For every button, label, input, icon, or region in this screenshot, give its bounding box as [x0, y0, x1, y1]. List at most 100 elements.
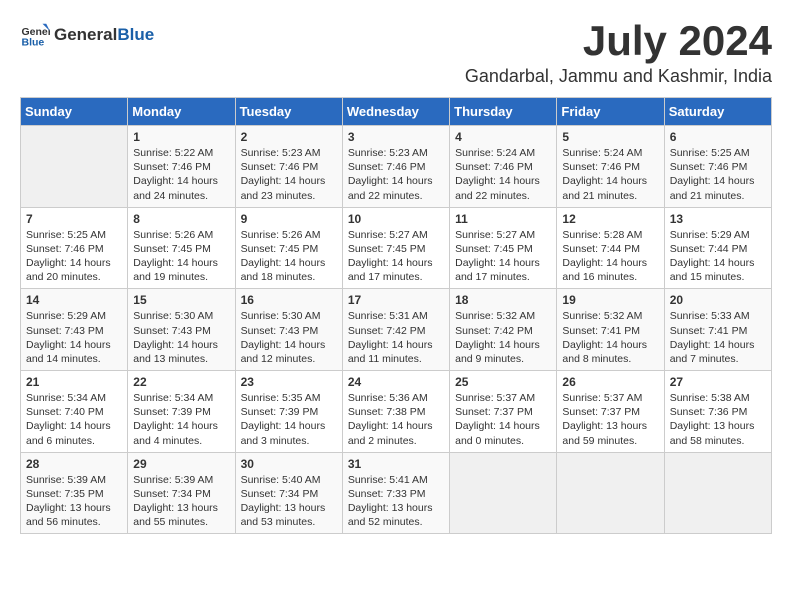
day-info: Daylight: 14 hours [241, 256, 337, 270]
day-info: Daylight: 13 hours [133, 501, 229, 515]
day-info: Sunset: 7:46 PM [348, 160, 444, 174]
calendar-cell: 4Sunrise: 5:24 AMSunset: 7:46 PMDaylight… [450, 126, 557, 208]
title-block: July 2024 Gandarbal, Jammu and Kashmir, … [465, 20, 772, 87]
logo-icon: General Blue [20, 20, 50, 50]
day-info: Daylight: 14 hours [455, 338, 551, 352]
day-info: Sunrise: 5:32 AM [455, 309, 551, 323]
calendar-cell: 16Sunrise: 5:30 AMSunset: 7:43 PMDayligh… [235, 289, 342, 371]
day-info: Daylight: 14 hours [670, 338, 766, 352]
day-info: Daylight: 14 hours [348, 419, 444, 433]
day-info: Sunset: 7:34 PM [241, 487, 337, 501]
calendar-cell: 2Sunrise: 5:23 AMSunset: 7:46 PMDaylight… [235, 126, 342, 208]
week-row-3: 14Sunrise: 5:29 AMSunset: 7:43 PMDayligh… [21, 289, 772, 371]
day-info: and 53 minutes. [241, 515, 337, 529]
day-info: Sunrise: 5:30 AM [241, 309, 337, 323]
day-info: and 55 minutes. [133, 515, 229, 529]
month-title: July 2024 [465, 20, 772, 62]
day-info: Sunset: 7:39 PM [133, 405, 229, 419]
day-number: 7 [26, 212, 122, 226]
day-info: Sunset: 7:37 PM [455, 405, 551, 419]
day-info: and 3 minutes. [241, 434, 337, 448]
day-number: 5 [562, 130, 658, 144]
day-info: Sunset: 7:37 PM [562, 405, 658, 419]
day-info: Daylight: 13 hours [348, 501, 444, 515]
day-info: Sunrise: 5:39 AM [133, 473, 229, 487]
day-info: Sunrise: 5:26 AM [133, 228, 229, 242]
day-number: 21 [26, 375, 122, 389]
day-info: Daylight: 14 hours [241, 419, 337, 433]
calendar-cell [21, 126, 128, 208]
day-info: and 4 minutes. [133, 434, 229, 448]
day-info: and 11 minutes. [348, 352, 444, 366]
day-info: Sunrise: 5:24 AM [562, 146, 658, 160]
day-info: Sunset: 7:38 PM [348, 405, 444, 419]
calendar-cell: 3Sunrise: 5:23 AMSunset: 7:46 PMDaylight… [342, 126, 449, 208]
day-number: 13 [670, 212, 766, 226]
day-info: and 13 minutes. [133, 352, 229, 366]
day-info: Sunrise: 5:29 AM [26, 309, 122, 323]
calendar-cell: 7Sunrise: 5:25 AMSunset: 7:46 PMDaylight… [21, 207, 128, 289]
day-info: Sunset: 7:33 PM [348, 487, 444, 501]
calendar-cell [450, 452, 557, 534]
day-info: Sunrise: 5:25 AM [26, 228, 122, 242]
day-info: and 14 minutes. [26, 352, 122, 366]
header-sunday: Sunday [21, 98, 128, 126]
header-tuesday: Tuesday [235, 98, 342, 126]
day-info: Sunrise: 5:28 AM [562, 228, 658, 242]
day-info: Sunrise: 5:23 AM [348, 146, 444, 160]
day-info: Sunset: 7:43 PM [133, 324, 229, 338]
day-info: Sunrise: 5:27 AM [348, 228, 444, 242]
day-info: Sunrise: 5:36 AM [348, 391, 444, 405]
day-number: 30 [241, 457, 337, 471]
day-info: Sunrise: 5:39 AM [26, 473, 122, 487]
day-info: Sunset: 7:41 PM [670, 324, 766, 338]
calendar-cell: 28Sunrise: 5:39 AMSunset: 7:35 PMDayligh… [21, 452, 128, 534]
day-info: and 22 minutes. [455, 189, 551, 203]
day-info: and 12 minutes. [241, 352, 337, 366]
calendar-table: SundayMondayTuesdayWednesdayThursdayFrid… [20, 97, 772, 534]
day-info: and 17 minutes. [455, 270, 551, 284]
day-info: and 18 minutes. [241, 270, 337, 284]
day-info: and 58 minutes. [670, 434, 766, 448]
calendar-cell: 21Sunrise: 5:34 AMSunset: 7:40 PMDayligh… [21, 371, 128, 453]
day-info: Daylight: 14 hours [133, 338, 229, 352]
day-number: 2 [241, 130, 337, 144]
day-info: and 22 minutes. [348, 189, 444, 203]
day-info: Daylight: 13 hours [26, 501, 122, 515]
day-info: and 24 minutes. [133, 189, 229, 203]
day-info: and 56 minutes. [26, 515, 122, 529]
day-number: 3 [348, 130, 444, 144]
day-info: Daylight: 14 hours [133, 256, 229, 270]
calendar-cell: 23Sunrise: 5:35 AMSunset: 7:39 PMDayligh… [235, 371, 342, 453]
calendar-cell: 30Sunrise: 5:40 AMSunset: 7:34 PMDayligh… [235, 452, 342, 534]
day-info: and 0 minutes. [455, 434, 551, 448]
day-info: Daylight: 14 hours [26, 338, 122, 352]
calendar-cell: 20Sunrise: 5:33 AMSunset: 7:41 PMDayligh… [664, 289, 771, 371]
day-info: Sunset: 7:34 PM [133, 487, 229, 501]
day-info: Daylight: 14 hours [455, 256, 551, 270]
calendar-cell: 22Sunrise: 5:34 AMSunset: 7:39 PMDayligh… [128, 371, 235, 453]
day-info: and 6 minutes. [26, 434, 122, 448]
day-info: Sunset: 7:45 PM [133, 242, 229, 256]
week-row-4: 21Sunrise: 5:34 AMSunset: 7:40 PMDayligh… [21, 371, 772, 453]
day-info: and 8 minutes. [562, 352, 658, 366]
day-info: Daylight: 14 hours [348, 256, 444, 270]
day-number: 31 [348, 457, 444, 471]
day-info: and 15 minutes. [670, 270, 766, 284]
day-info: Sunrise: 5:35 AM [241, 391, 337, 405]
day-info: Sunset: 7:43 PM [241, 324, 337, 338]
day-info: Sunset: 7:39 PM [241, 405, 337, 419]
day-info: Daylight: 14 hours [455, 419, 551, 433]
day-info: Sunset: 7:41 PM [562, 324, 658, 338]
day-number: 24 [348, 375, 444, 389]
day-number: 10 [348, 212, 444, 226]
day-info: Sunset: 7:43 PM [26, 324, 122, 338]
calendar-cell: 24 Sunrise: 5:36 AMSunset: 7:38 PMDayligh… [342, 371, 449, 453]
day-number: 1 [133, 130, 229, 144]
svg-text:Blue: Blue [22, 37, 45, 49]
day-info: Sunset: 7:44 PM [670, 242, 766, 256]
day-info: Daylight: 14 hours [670, 174, 766, 188]
day-info: Sunset: 7:46 PM [241, 160, 337, 174]
day-info: Daylight: 14 hours [133, 419, 229, 433]
calendar-cell [557, 452, 664, 534]
